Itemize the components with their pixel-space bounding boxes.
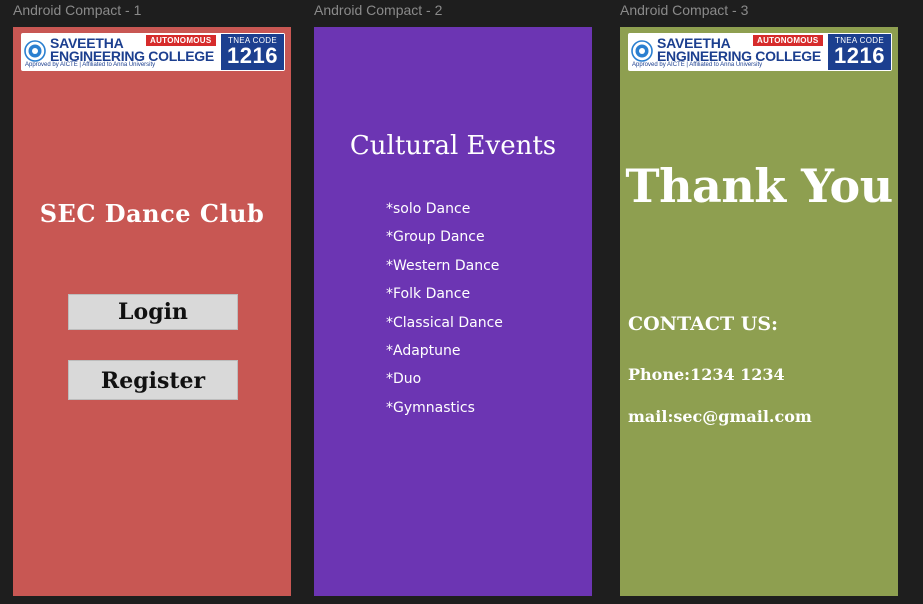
event-item-adaptune: *Adaptune <box>386 342 461 359</box>
tnea-code-badge: TNEA CODE 1216 <box>828 34 891 70</box>
event-item-western-dance: *Western Dance <box>386 257 500 274</box>
frame-android-compact-1[interactable]: SAVEETHA AUTONOMOUS ENGINEERING COLLEGE … <box>13 27 291 596</box>
event-item-gymnastics: *Gymnastics <box>386 399 475 416</box>
contact-heading: CONTACT US: <box>628 313 779 335</box>
college-logo-banner: SAVEETHA AUTONOMOUS ENGINEERING COLLEGE … <box>21 33 285 71</box>
tnea-code-badge: TNEA CODE 1216 <box>221 34 284 70</box>
register-button[interactable]: Register <box>68 360 238 400</box>
design-canvas: Android Compact - 1 Android Compact - 2 … <box>0 0 923 604</box>
frame-label-2[interactable]: Android Compact - 2 <box>314 2 442 18</box>
tnea-code: 1216 <box>227 43 278 68</box>
thank-you-heading: Thank You <box>625 159 893 213</box>
tnea-code: 1216 <box>834 43 885 68</box>
event-item-classical-dance: *Classical Dance <box>386 314 503 331</box>
logo-approved-text: Approved by AICTE | Affiliated to Anna U… <box>25 62 156 68</box>
frame-android-compact-3[interactable]: SAVEETHA AUTONOMOUS ENGINEERING COLLEGE … <box>620 27 898 596</box>
events-title: Cultural Events <box>349 131 557 161</box>
frame-android-compact-2[interactable]: Cultural Events *solo Dance *Group Dance… <box>314 27 592 596</box>
login-button[interactable]: Login <box>68 294 238 330</box>
event-item-group-dance: *Group Dance <box>386 229 485 246</box>
college-logo-banner: SAVEETHA AUTONOMOUS ENGINEERING COLLEGE … <box>628 33 892 71</box>
club-title: SEC Dance Club <box>39 199 265 228</box>
logo-autonomous-badge: AUTONOMOUS <box>753 35 823 46</box>
frame-label-1[interactable]: Android Compact - 1 <box>13 2 141 18</box>
college-emblem-icon <box>24 40 46 62</box>
frame-label-3[interactable]: Android Compact - 3 <box>620 2 748 18</box>
events-list: *solo Dance *Group Dance *Western Dance … <box>386 199 503 426</box>
logo-approved-text: Approved by AICTE | Affiliated to Anna U… <box>632 62 763 68</box>
logo-autonomous-badge: AUTONOMOUS <box>146 35 216 46</box>
contact-email[interactable]: mail:sec@gmail.com <box>628 407 812 426</box>
contact-phone: Phone:1234 1234 <box>628 365 785 384</box>
event-item-folk-dance: *Folk Dance <box>386 286 471 303</box>
event-item-duo: *Duo <box>386 371 422 388</box>
event-item-solo-dance: *solo Dance <box>386 201 471 217</box>
college-emblem-icon <box>631 40 653 62</box>
